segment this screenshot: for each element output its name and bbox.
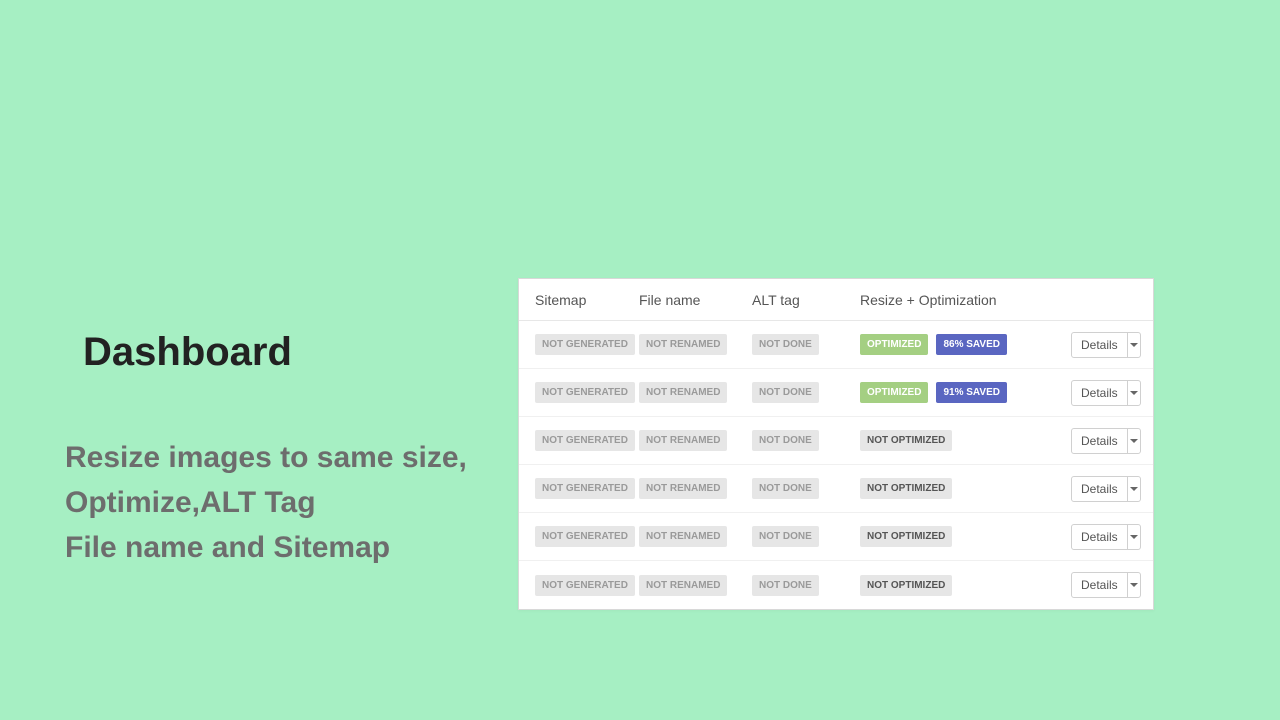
sitemap-status-badge: NOT GENERATED <box>535 430 635 451</box>
details-button-label[interactable]: Details <box>1072 573 1127 597</box>
details-dropdown-toggle[interactable] <box>1127 429 1140 453</box>
details-button-label[interactable]: Details <box>1072 477 1127 501</box>
subtext-line-3: File name and Sitemap <box>65 525 467 570</box>
header-alt: ALT tag <box>744 292 852 308</box>
table-row: NOT GENERATEDNOT RENAMED NOT DONE OPTIMIZE… <box>519 321 1153 369</box>
optimized-badge: OPTIMIZED <box>860 382 928 403</box>
alt-status-badge: NOT DONE <box>752 334 819 355</box>
alt-status-badge: NOT DONE <box>752 478 819 499</box>
details-dropdown-toggle[interactable] <box>1127 573 1140 597</box>
not-optimized-badge: NOT OPTIMIZED <box>860 526 952 547</box>
table-row: NOT GENERATEDNOT RENAMED NOT DONE NOT OPTI… <box>519 465 1153 513</box>
subtext-line-1: Resize images to same size, <box>65 435 467 480</box>
alt-status-badge: NOT DONE <box>752 430 819 451</box>
details-button[interactable]: Details <box>1071 572 1141 598</box>
filename-status-badge: NOT RENAMED <box>639 575 727 596</box>
not-optimized-badge: NOT OPTIMIZED <box>860 430 952 451</box>
status-table: Sitemap File name ALT tag Resize + Optim… <box>518 278 1154 610</box>
details-dropdown-toggle[interactable] <box>1127 333 1140 357</box>
sitemap-status-badge: NOT GENERATED <box>535 334 635 355</box>
sitemap-status-badge: NOT GENERATED <box>535 575 635 596</box>
details-button-label[interactable]: Details <box>1072 333 1127 357</box>
filename-status-badge: NOT RENAMED <box>639 334 727 355</box>
not-optimized-badge: NOT OPTIMIZED <box>860 478 952 499</box>
chevron-down-icon <box>1130 343 1138 347</box>
chevron-down-icon <box>1130 583 1138 587</box>
header-resize: Resize + Optimization <box>852 292 1063 308</box>
details-dropdown-toggle[interactable] <box>1127 477 1140 501</box>
chevron-down-icon <box>1130 391 1138 395</box>
page-subtext: Resize images to same size, Optimize,ALT… <box>65 435 467 570</box>
alt-status-badge: NOT DONE <box>752 526 819 547</box>
details-button[interactable]: Details <box>1071 332 1141 358</box>
marketing-text-block: Dashboard Resize images to same size, Op… <box>65 330 467 570</box>
saved-percent-badge: 86% SAVED <box>936 334 1007 355</box>
alt-status-badge: NOT DONE <box>752 575 819 596</box>
filename-status-badge: NOT RENAMED <box>639 526 727 547</box>
details-button-label[interactable]: Details <box>1072 525 1127 549</box>
details-dropdown-toggle[interactable] <box>1127 525 1140 549</box>
table-row: NOT GENERATEDNOT RENAMED NOT DONE NOT OPTI… <box>519 513 1153 561</box>
details-button-label[interactable]: Details <box>1072 429 1127 453</box>
details-button[interactable]: Details <box>1071 524 1141 550</box>
sitemap-status-badge: NOT GENERATED <box>535 382 635 403</box>
sitemap-status-badge: NOT GENERATED <box>535 526 635 547</box>
saved-percent-badge: 91% SAVED <box>936 382 1007 403</box>
chevron-down-icon <box>1130 487 1138 491</box>
table-row: NOT GENERATEDNOT RENAMED NOT DONE NOT OPTI… <box>519 561 1153 609</box>
table-row: NOT GENERATEDNOT RENAMED NOT DONE OPTIMIZE… <box>519 369 1153 417</box>
details-button[interactable]: Details <box>1071 476 1141 502</box>
sitemap-status-badge: NOT GENERATED <box>535 478 635 499</box>
filename-status-badge: NOT RENAMED <box>639 430 727 451</box>
header-sitemap: Sitemap <box>519 292 631 308</box>
details-button[interactable]: Details <box>1071 428 1141 454</box>
page-heading: Dashboard <box>83 330 467 375</box>
alt-status-badge: NOT DONE <box>752 382 819 403</box>
table-row: NOT GENERATEDNOT RENAMED NOT DONE NOT OPTI… <box>519 417 1153 465</box>
table-header-row: Sitemap File name ALT tag Resize + Optim… <box>519 279 1153 321</box>
filename-status-badge: NOT RENAMED <box>639 478 727 499</box>
chevron-down-icon <box>1130 535 1138 539</box>
filename-status-badge: NOT RENAMED <box>639 382 727 403</box>
subtext-line-2: Optimize,ALT Tag <box>65 480 467 525</box>
not-optimized-badge: NOT OPTIMIZED <box>860 575 952 596</box>
details-button-label[interactable]: Details <box>1072 381 1127 405</box>
details-dropdown-toggle[interactable] <box>1127 381 1140 405</box>
header-filename: File name <box>631 292 744 308</box>
optimized-badge: OPTIMIZED <box>860 334 928 355</box>
details-button[interactable]: Details <box>1071 380 1141 406</box>
chevron-down-icon <box>1130 439 1138 443</box>
